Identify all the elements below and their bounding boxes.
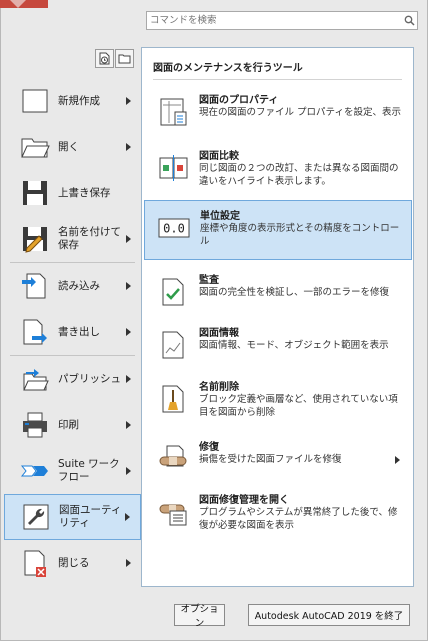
menu-item-export[interactable]: 書き出し	[4, 309, 141, 355]
menu-item-new[interactable]: 新規作成	[4, 78, 141, 124]
panel-title: 図面のメンテナンスを行うツール	[153, 63, 303, 74]
import-icon	[18, 269, 52, 303]
drawing-utilities-icon	[19, 500, 53, 534]
submenu-arrow-icon	[126, 421, 131, 429]
menu-item-print[interactable]: 印刷	[4, 402, 141, 448]
submenu-arrow-icon	[125, 513, 130, 521]
drawing-utilities-panel: 図面のメンテナンスを行うツール 図面のプロパティ 現在の図面のファイル プロパティ…	[141, 47, 414, 587]
command-search-box[interactable]	[146, 11, 418, 30]
panel-item-description: 座標や角度の表示形式とその精度をコントロール	[200, 223, 400, 247]
panel-item-description: 図面情報、モード、オブジェクト範囲を表示	[199, 340, 389, 351]
submenu-arrow-icon	[126, 282, 131, 290]
exit-autocad-button[interactable]: Autodesk AutoCAD 2019 を終了	[248, 604, 410, 626]
menu-item-save[interactable]: 上書き保存	[4, 170, 141, 216]
panel-item-description: プログラムやシステムが異常終了した後で、修復が必要な図面を表示	[199, 507, 398, 531]
menu-item-label: パブリッシュ	[58, 372, 121, 385]
submenu-arrow-icon	[126, 235, 131, 243]
menu-item-open[interactable]: 開く	[4, 124, 141, 170]
menu-item-label: 上書き保存	[58, 186, 111, 199]
close-document-icon	[18, 546, 52, 580]
publish-icon	[18, 362, 52, 396]
menu-item-label: 開く	[58, 140, 79, 153]
open-folder-icon	[18, 130, 52, 164]
panel-item-title: 監査	[199, 275, 219, 286]
submenu-arrow-icon	[395, 456, 400, 464]
units-icon: 0.0	[158, 212, 190, 244]
panel-item-units[interactable]: 0.0 単位設定 座標や角度の表示形式とその精度をコントロール	[144, 200, 412, 260]
save-as-icon	[18, 222, 52, 256]
menu-item-close[interactable]: 閉じる	[4, 540, 141, 586]
panel-item-description: 図面の完全性を検証し、一部のエラーを修復	[199, 287, 390, 298]
application-button[interactable]	[0, 0, 48, 8]
panel-item-drawing-status[interactable]: 図面情報 図面情報、モード、オブジェクト範囲を表示	[144, 318, 412, 378]
search-icon[interactable]	[401, 12, 417, 29]
panel-item-title: 図面修復管理を開く	[199, 495, 289, 506]
drawing-properties-icon	[157, 96, 189, 128]
menu-item-label: 読み込み	[58, 279, 100, 292]
panel-item-drawing-recovery-manager[interactable]: 図面修復管理を開く プログラムやシステムが異常終了した後で、修復が必要な図面を表示	[144, 485, 412, 545]
drawing-compare-icon	[157, 152, 189, 184]
drawing-recovery-manager-icon	[157, 496, 189, 528]
menu-item-drawing-utilities[interactable]: 図面ユーティリティ	[4, 494, 141, 540]
recent-documents-button[interactable]	[95, 49, 114, 68]
open-documents-button[interactable]	[115, 49, 134, 68]
panel-item-title: 名前削除	[199, 382, 239, 393]
panel-item-description: 現在の図面のファイル プロパティを設定、表示	[199, 107, 401, 118]
menu-item-import[interactable]: 読み込み	[4, 263, 141, 309]
panel-item-audit[interactable]: 監査 図面の完全性を検証し、一部のエラーを修復	[144, 265, 412, 325]
menu-item-label: Suite ワークフロー	[58, 458, 120, 483]
panel-item-title: 修復	[199, 442, 219, 453]
panel-item-purge[interactable]: 名前削除 ブロック定義や画層など、使用されていない項目を図面から削除	[144, 372, 412, 432]
panel-item-drawing-properties[interactable]: 図面のプロパティ 現在の図面のファイル プロパティを設定、表示	[144, 85, 412, 145]
export-icon	[18, 315, 52, 349]
menu-item-label: 図面ユーティリティ	[59, 504, 122, 529]
suite-workflow-icon	[18, 454, 52, 488]
recent-documents-icon	[99, 52, 110, 65]
menu-item-label: 名前を付けて保存	[58, 226, 121, 251]
panel-item-description: 損傷を受けた図面ファイルを修復	[199, 454, 342, 465]
print-icon	[18, 408, 52, 442]
submenu-arrow-icon	[126, 375, 131, 383]
menu-item-label: 閉じる	[58, 556, 90, 569]
menu-item-label: 書き出し	[58, 325, 100, 338]
bottom-buttons: オプション Autodesk AutoCAD 2019 を終了	[174, 604, 410, 629]
save-icon	[18, 176, 52, 210]
units-icon-text: 0.0	[163, 222, 185, 236]
audit-icon	[157, 276, 189, 308]
panel-item-drawing-compare[interactable]: 図面比較 同じ図面の２つの改訂、または異なる図面間の違いをハイライト表示します。	[144, 141, 412, 201]
submenu-arrow-icon	[126, 467, 131, 475]
submenu-arrow-icon	[126, 559, 131, 567]
panel-item-title: 図面比較	[199, 151, 239, 162]
new-document-icon	[18, 84, 52, 118]
submenu-arrow-icon	[126, 143, 131, 151]
menu-item-label: 印刷	[58, 418, 79, 431]
drawing-status-icon	[157, 329, 189, 361]
open-documents-icon	[118, 54, 131, 64]
purge-icon	[157, 383, 189, 415]
panel-item-description: ブロック定義や画層など、使用されていない項目を図面から削除	[199, 394, 398, 418]
panel-item-title: 図面のプロパティ	[199, 95, 279, 106]
submenu-arrow-icon	[126, 328, 131, 336]
panel-item-title: 図面情報	[199, 328, 239, 339]
menu-item-publish[interactable]: パブリッシュ	[4, 356, 141, 402]
recent-open-toggle	[95, 49, 134, 68]
menu-item-suite-workflows[interactable]: Suite ワークフロー	[4, 448, 141, 494]
application-menu-left: 新規作成 開く 上書き保存 名前を付けて保存 読み込み 書き出し パブリッシュ …	[4, 78, 141, 586]
panel-item-title: 単位設定	[200, 211, 240, 222]
menu-item-save-as[interactable]: 名前を付けて保存	[4, 216, 141, 262]
options-button[interactable]: オプション	[174, 604, 225, 629]
recover-icon	[157, 443, 189, 475]
panel-item-recover[interactable]: 修復 損傷を受けた図面ファイルを修復	[144, 432, 412, 492]
search-input[interactable]	[147, 12, 401, 29]
panel-divider	[153, 79, 402, 80]
panel-item-description: 同じ図面の２つの改訂、または異なる図面間の違いをハイライト表示します。	[199, 163, 399, 187]
menu-item-label: 新規作成	[58, 94, 100, 107]
submenu-arrow-icon	[126, 97, 131, 105]
